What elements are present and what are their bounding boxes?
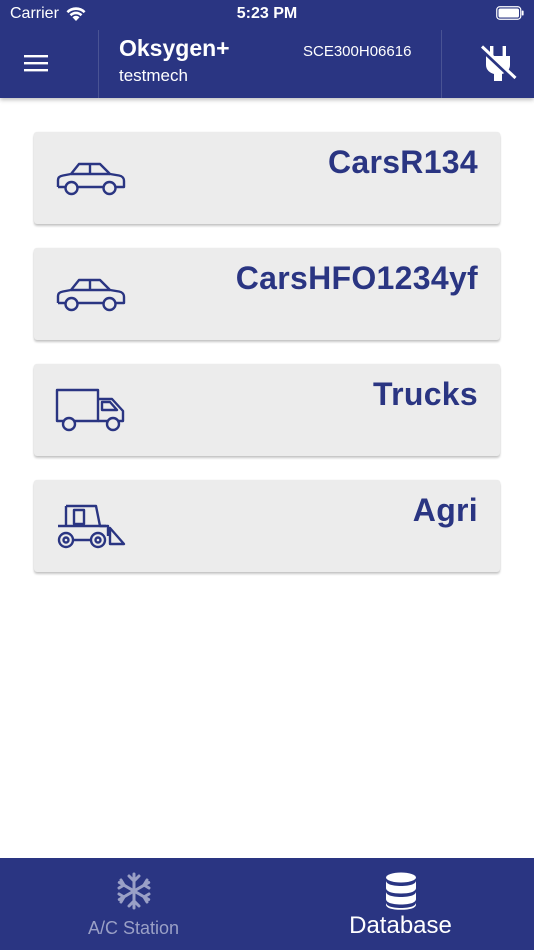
database-icon xyxy=(385,872,416,910)
connection-button[interactable] xyxy=(474,40,522,86)
category-label: Agri xyxy=(412,492,478,528)
tab-label: A/C Station xyxy=(87,918,180,938)
app-header: Carrier 5:23 PM Oksygen+ testmech SCE300… xyxy=(0,0,534,98)
header-divider xyxy=(98,30,99,98)
header-divider xyxy=(441,30,442,98)
category-list: CarsR134 CarsHFO1234yf Trucks Agri xyxy=(34,132,500,596)
category-card-agri[interactable]: Agri xyxy=(34,480,500,572)
category-card-cars-r134[interactable]: CarsR134 xyxy=(34,132,500,224)
user-name: testmech xyxy=(119,66,188,85)
category-card-cars-hfo1234yf[interactable]: CarsHFO1234yf xyxy=(34,248,500,340)
battery-icon xyxy=(496,6,524,20)
tab-database[interactable]: Database xyxy=(267,858,534,950)
bottom-tab-bar: A/C Station Database xyxy=(0,858,534,950)
category-label: CarsR134 xyxy=(327,144,478,180)
status-bar: Carrier 5:23 PM xyxy=(0,0,534,28)
device-id: SCE300H06616 xyxy=(303,43,412,60)
tab-label: Database xyxy=(349,912,452,939)
category-label: CarsHFO1234yf xyxy=(235,260,478,296)
tractor-icon xyxy=(57,504,126,549)
app-screen: Carrier 5:23 PM Oksygen+ testmech SCE300… xyxy=(0,0,534,950)
menu-button[interactable] xyxy=(14,44,58,82)
category-label: Trucks xyxy=(373,376,478,412)
snowflake-icon xyxy=(117,872,150,910)
car-icon xyxy=(56,162,126,196)
truck-icon xyxy=(55,388,125,432)
status-time: 5:23 PM xyxy=(236,5,298,22)
hamburger-menu-icon xyxy=(24,55,48,72)
app-title: Oksygen+ xyxy=(119,35,230,61)
category-card-trucks[interactable]: Trucks xyxy=(34,364,500,456)
unplugged-icon xyxy=(479,45,517,82)
car-icon xyxy=(56,278,126,312)
tab-ac-station[interactable]: A/C Station xyxy=(0,858,267,950)
